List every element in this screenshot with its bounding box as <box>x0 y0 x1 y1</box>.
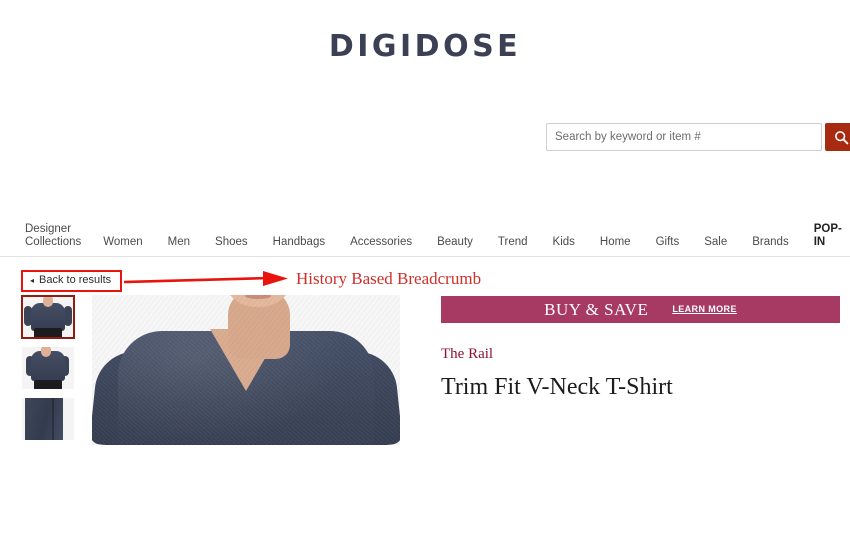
search-bar <box>546 123 850 151</box>
nav-item-handbags[interactable]: Handbags <box>273 236 325 249</box>
nav-item-gifts[interactable]: Gifts <box>656 236 680 249</box>
nav-item-brands[interactable]: Brands <box>752 236 788 249</box>
nav-item-accessories[interactable]: Accessories <box>350 236 412 249</box>
nav-item-pop-in[interactable]: POP-IN <box>814 223 842 249</box>
product-title: Trim Fit V-Neck T-Shirt <box>441 374 673 400</box>
product-brand[interactable]: The Rail <box>441 347 493 362</box>
main-navigation: Designer Collections Women Men Shoes Han… <box>0 219 850 257</box>
back-to-results-button[interactable]: ◂ Back to results <box>21 270 123 292</box>
promo-banner[interactable]: BUY & SAVE LEARN MORE <box>441 296 840 323</box>
nav-item-beauty[interactable]: Beauty <box>437 236 473 249</box>
thumbnail-item-1[interactable] <box>21 295 75 339</box>
nav-item-home[interactable]: Home <box>600 236 631 249</box>
promo-title: BUY & SAVE <box>544 300 649 319</box>
search-icon <box>834 130 849 145</box>
chevron-left-icon: ◂ <box>30 275 35 285</box>
nav-item-trend[interactable]: Trend <box>498 236 528 249</box>
product-main-image[interactable] <box>92 295 400 445</box>
thumbnail-list <box>21 295 79 448</box>
product-photo-model <box>92 295 400 445</box>
thumbnail-item-3[interactable] <box>21 397 75 441</box>
nav-item-shoes[interactable]: Shoes <box>215 236 248 249</box>
thumbnail-image-model-side <box>22 347 74 389</box>
search-input[interactable] <box>546 123 822 151</box>
nav-item-women[interactable]: Women <box>103 236 142 249</box>
thumbnail-image-model-front <box>23 297 73 337</box>
nav-item-designer-collections[interactable]: Designer Collections <box>25 223 81 249</box>
promo-learn-more-link[interactable]: LEARN MORE <box>672 305 737 314</box>
search-button[interactable] <box>825 123 850 151</box>
site-logo-text: DIGIDOSE <box>328 29 522 64</box>
site-logo[interactable]: DIGIDOSE <box>0 32 850 62</box>
back-to-results-label: Back to results <box>39 274 112 286</box>
annotation-label: History Based Breadcrumb <box>296 269 482 288</box>
nav-item-men[interactable]: Men <box>168 236 190 249</box>
nav-item-sale[interactable]: Sale <box>704 236 727 249</box>
thumbnail-item-2[interactable] <box>21 346 75 390</box>
breadcrumb: ◂ Back to results History Based Breadcru… <box>0 268 850 294</box>
annotation-arrow-icon <box>123 271 288 286</box>
thumbnail-image-fabric-closeup <box>22 398 74 440</box>
nav-item-kids[interactable]: Kids <box>553 236 575 249</box>
